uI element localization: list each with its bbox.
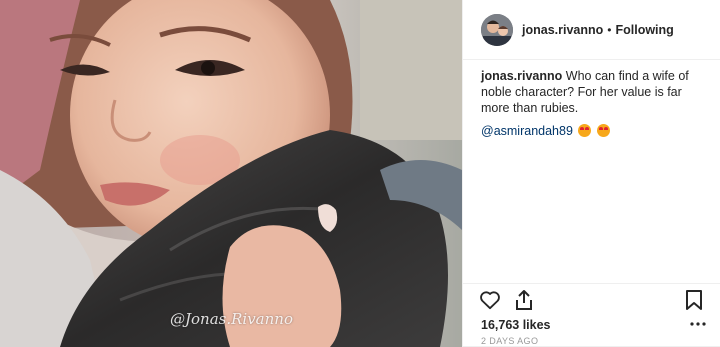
instagram-post: @Jonas.Rivanno jonas.rivanno • Following… — [0, 0, 720, 347]
comment-line: @asmirandah89 — [481, 124, 610, 138]
photo-watermark: @Jonas.Rivanno — [170, 310, 293, 328]
post-timestamp: 2 DAYS AGO — [481, 336, 539, 346]
avatar-icon — [481, 13, 513, 46]
header-separator: • — [607, 22, 612, 37]
star-struck-emoji-icon — [596, 124, 610, 137]
bookmark-icon[interactable] — [685, 289, 703, 311]
mention-link[interactable]: @asmirandah89 — [481, 124, 573, 138]
post-caption: jonas.rivanno Who can find a wife of nob… — [481, 68, 707, 116]
more-options-icon[interactable] — [690, 322, 706, 326]
post-side-panel: jonas.rivanno • Following jonas.rivanno … — [462, 0, 720, 347]
share-icon[interactable] — [514, 289, 534, 311]
header-username[interactable]: jonas.rivanno — [522, 23, 603, 37]
caption-username[interactable]: jonas.rivanno — [481, 69, 562, 83]
heart-icon[interactable] — [479, 290, 501, 310]
star-struck-emoji-icon — [578, 124, 592, 137]
photo-illustration — [0, 0, 462, 347]
post-photo[interactable]: @Jonas.Rivanno — [0, 0, 462, 347]
follow-status-button[interactable]: Following — [615, 23, 673, 37]
action-bar — [463, 283, 720, 317]
user-avatar[interactable] — [481, 13, 513, 46]
likes-count[interactable]: 16,763 likes — [481, 318, 551, 332]
post-header: jonas.rivanno • Following — [463, 0, 720, 60]
